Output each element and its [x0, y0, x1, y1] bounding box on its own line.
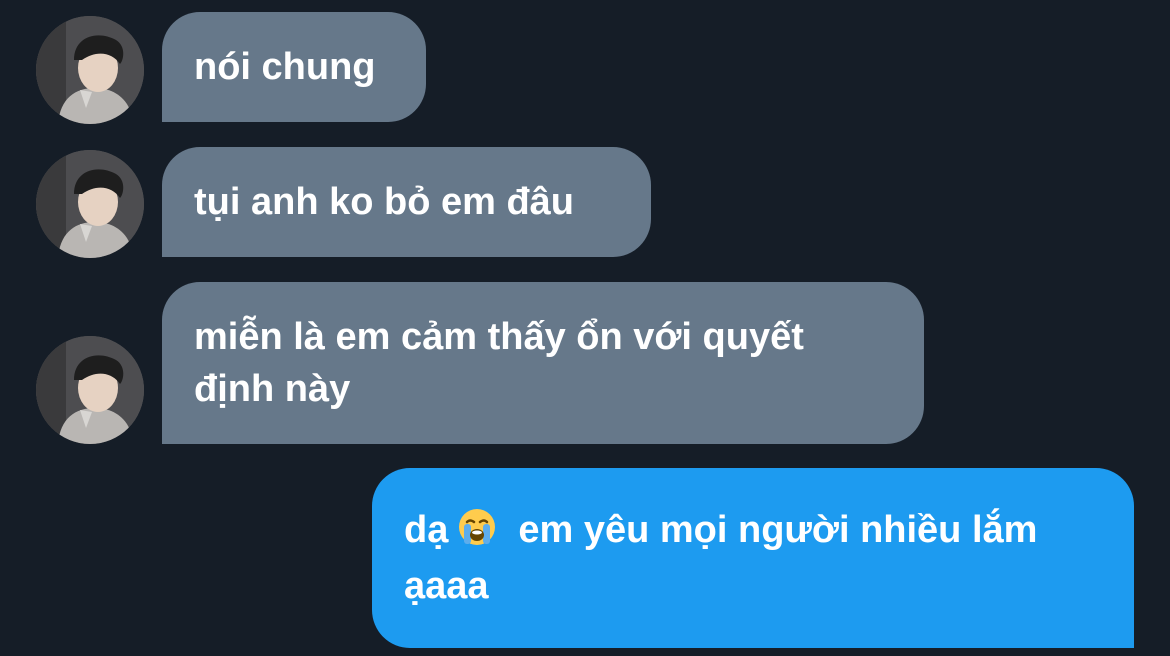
outgoing-message-bubble[interactable]: dạ em yêu mọi người nhiều lắm ạaaa	[372, 468, 1134, 648]
message-text-part: dạ	[404, 509, 449, 551]
profile-photo-icon	[36, 336, 144, 444]
message-thread: nói chung tụi anh ko bỏ em đâu miễn là e…	[0, 0, 1170, 656]
message-text: nói chung	[194, 46, 376, 88]
message-text-part: em yêu mọi người nhiều lắm ạaaa	[404, 509, 1038, 607]
avatar[interactable]	[36, 16, 144, 124]
loudly-crying-face-icon	[458, 508, 496, 560]
avatar[interactable]	[36, 336, 144, 444]
avatar[interactable]	[36, 150, 144, 258]
incoming-message-bubble[interactable]: nói chung	[162, 12, 426, 122]
profile-photo-icon	[36, 150, 144, 258]
message-text: miễn là em cảm thấy ổn với quyết định nà…	[194, 316, 804, 410]
message-text: dạ em yêu mọi người nhiều lắm ạaaa	[404, 504, 1102, 612]
incoming-message-bubble[interactable]: miễn là em cảm thấy ổn với quyết định nà…	[162, 282, 924, 444]
profile-photo-icon	[36, 16, 144, 124]
message-text: tụi anh ko bỏ em đâu	[194, 181, 575, 223]
incoming-message-bubble[interactable]: tụi anh ko bỏ em đâu	[162, 147, 651, 257]
